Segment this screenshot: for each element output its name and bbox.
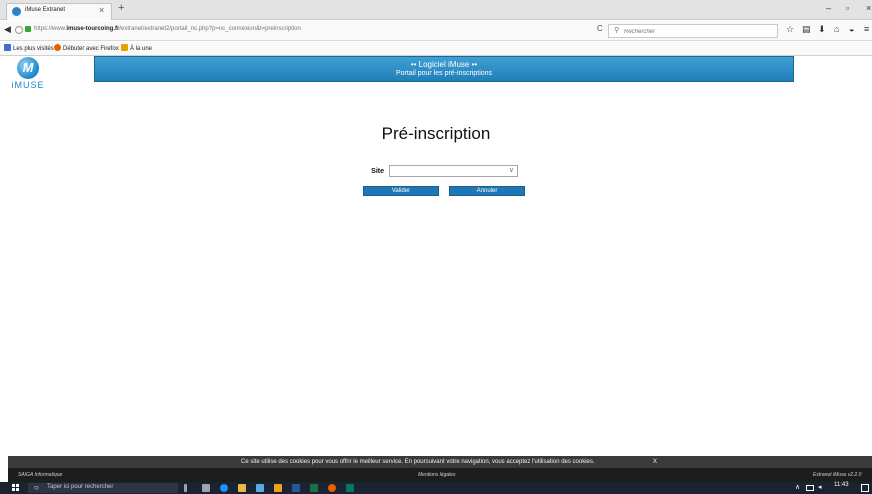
- reload-icon[interactable]: C: [597, 24, 603, 33]
- download-icon[interactable]: ⬇: [818, 24, 826, 35]
- file-explorer-icon[interactable]: [238, 484, 246, 492]
- pocket-icon[interactable]: ◒: [849, 24, 854, 34]
- reading-list-icon[interactable]: ▤: [802, 24, 811, 35]
- browser-tab-bar: iMuse Extranet × + – ▫ ×: [0, 0, 872, 20]
- task-view-icon[interactable]: [202, 484, 210, 492]
- browser-search-input[interactable]: [624, 27, 774, 36]
- notifications-icon[interactable]: [861, 484, 869, 492]
- page-banner: •• Logiciel iMuse •• Portail pour les pr…: [94, 56, 794, 82]
- tray-chevron-up-icon[interactable]: ∧: [795, 483, 800, 491]
- imuse-logo: M iMUSE: [8, 57, 48, 93]
- cookie-close-button[interactable]: X: [653, 456, 657, 468]
- back-arrow-icon[interactable]: ◀: [4, 24, 11, 35]
- lock-icon[interactable]: [25, 26, 31, 32]
- edge-icon[interactable]: [220, 484, 228, 492]
- firefox-icon: [54, 44, 61, 51]
- windows-taskbar: ○ Taper ici pour rechercher ∧ ◂ 11:43: [0, 482, 872, 494]
- browser-tab[interactable]: iMuse Extranet ×: [6, 3, 112, 20]
- url-prefix: https://www.: [34, 26, 67, 32]
- new-tab-button[interactable]: +: [118, 2, 124, 14]
- legal-notice-link[interactable]: Mentions légales: [418, 468, 456, 482]
- site-select[interactable]: ∨: [389, 165, 518, 177]
- banner-subtitle: Portail pour les pré-inscriptions: [395, 70, 493, 77]
- navigation-bar: ◀ https://www.imuse-tourcoing.fr/extrane…: [0, 21, 872, 41]
- bookmark-label: Débuter avec Firefox: [63, 46, 119, 52]
- publisher-icon[interactable]: [346, 484, 354, 492]
- cookie-notice-text: Ce site utilise des cookies pour vous of…: [241, 459, 595, 465]
- star-folder-icon: [4, 44, 11, 51]
- minimize-button[interactable]: –: [826, 3, 831, 13]
- address-bar[interactable]: https://www.imuse-tourcoing.fr/extranet/…: [34, 26, 579, 32]
- taskbar-search-box[interactable]: ○ Taper ici pour rechercher: [28, 483, 178, 493]
- taskbar-clock[interactable]: 11:43: [834, 482, 849, 488]
- maximize-button[interactable]: ▫: [846, 3, 849, 13]
- home-icon[interactable]: ⌂: [834, 24, 839, 34]
- cancel-button[interactable]: Annuler: [449, 186, 525, 196]
- cookie-notice-bar: Ce site utilise des cookies pour vous of…: [8, 456, 872, 468]
- tab-title: iMuse Extranet: [25, 7, 66, 13]
- bookmark-label: Les plus visités: [13, 46, 54, 52]
- excel-icon[interactable]: [310, 484, 318, 492]
- search-icon: ⚲: [614, 27, 620, 34]
- bookmark-star-icon[interactable]: ☆: [786, 24, 794, 35]
- store-icon[interactable]: [256, 484, 264, 492]
- bookmarks-toolbar: Les plus visités Débuter avec Firefox À …: [0, 42, 872, 56]
- windows-start-icon[interactable]: [12, 484, 20, 492]
- validate-button[interactable]: Valider: [363, 186, 439, 196]
- imuse-logo-mark: M: [22, 60, 34, 75]
- url-domain: imuse-tourcoing.fr: [66, 26, 120, 32]
- site-label: Site: [371, 168, 384, 175]
- tab-close-icon[interactable]: ×: [99, 5, 104, 15]
- imuse-favicon-icon: [12, 7, 21, 16]
- footer-company: SAIGA Informatique: [18, 472, 63, 478]
- bookmark-getting-started[interactable]: Débuter avec Firefox: [54, 44, 119, 52]
- cortana-search-icon: ○: [34, 483, 39, 492]
- microphone-icon[interactable]: [184, 484, 187, 492]
- page-footer: SAIGA Informatique Mentions légales Extr…: [8, 468, 872, 482]
- network-icon[interactable]: [806, 485, 814, 491]
- imuse-logo-text: iMUSE: [11, 80, 45, 90]
- volume-icon[interactable]: ◂: [818, 483, 822, 491]
- firefox-icon[interactable]: [328, 484, 336, 492]
- bookmark-label: À la une: [130, 46, 153, 52]
- menu-icon[interactable]: ≡: [864, 24, 869, 34]
- site-info-icon[interactable]: [15, 26, 23, 34]
- browser-search-box[interactable]: ⚲: [608, 24, 778, 38]
- word-icon[interactable]: [292, 484, 300, 492]
- bookmark-headlines[interactable]: À la une: [121, 44, 152, 52]
- bookmark-most-visited[interactable]: Les plus visités: [4, 44, 54, 52]
- url-path: /extranet/extranet2/portail_nc.php?p=nc_…: [119, 26, 301, 32]
- footer-version: Extranet iMuse v2.2.0: [813, 472, 862, 478]
- close-window-button[interactable]: ×: [866, 3, 871, 13]
- rss-icon: [121, 44, 128, 51]
- chevron-down-icon: ∨: [508, 167, 514, 174]
- mail-icon[interactable]: [274, 484, 282, 492]
- banner-title: •• Logiciel iMuse ••: [410, 60, 478, 69]
- page-title: Pré-inscription: [381, 124, 491, 143]
- taskbar-search-placeholder: Taper ici pour rechercher: [47, 484, 114, 490]
